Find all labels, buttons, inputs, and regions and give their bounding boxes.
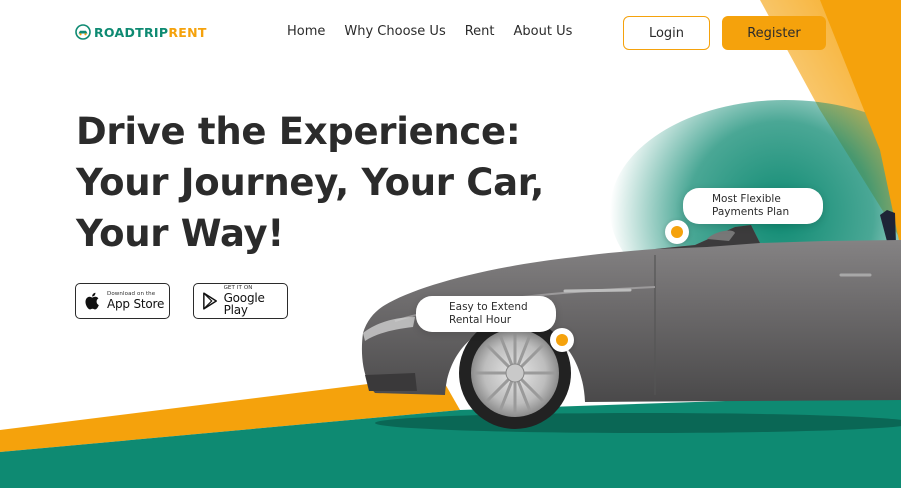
callout-extend-rental: Easy to Extend Rental Hour bbox=[416, 296, 556, 332]
google-play-button[interactable]: GET IT ON Google Play bbox=[193, 283, 288, 319]
google-play-big-text: Google Play bbox=[223, 291, 265, 318]
nav-link-rent[interactable]: Rent bbox=[465, 24, 495, 39]
brand-logo[interactable]: ROADTRIPRENT bbox=[75, 24, 207, 40]
login-button[interactable]: Login bbox=[623, 16, 710, 50]
app-store-big-text: App Store bbox=[107, 297, 165, 312]
callout-flexible-line-2: Payments Plan bbox=[712, 206, 790, 218]
google-play-text: GET IT ON Google Play bbox=[223, 285, 287, 318]
hotspot-flexible-payments[interactable] bbox=[665, 220, 689, 244]
register-button[interactable]: Register bbox=[722, 16, 826, 50]
apple-icon bbox=[85, 292, 99, 310]
app-store-text: Download on the App Store bbox=[107, 291, 165, 312]
logo-text: ROADTRIPRENT bbox=[94, 25, 207, 40]
app-store-button[interactable]: Download on the App Store bbox=[75, 283, 170, 319]
callout-extend-line-1: Easy to Extend bbox=[449, 301, 528, 313]
nav-links: Home Why Choose Us Rent About Us bbox=[287, 24, 572, 39]
car-logo-icon bbox=[75, 24, 91, 40]
callout-flexible-payments: Most Flexible Payments Plan bbox=[683, 188, 823, 224]
logo-text-part1: ROADTRIP bbox=[94, 24, 169, 40]
hotspot-extend-rental[interactable] bbox=[550, 328, 574, 352]
callout-flexible-line-1: Most Flexible bbox=[712, 193, 781, 205]
logo-text-part2: RENT bbox=[168, 24, 207, 40]
nav-link-home[interactable]: Home bbox=[287, 24, 325, 39]
play-store-icon bbox=[203, 292, 217, 310]
nav-link-about-us[interactable]: About Us bbox=[514, 24, 573, 39]
nav-link-why-choose-us[interactable]: Why Choose Us bbox=[344, 24, 445, 39]
callout-extend-line-2: Rental Hour bbox=[449, 314, 512, 326]
hero-title-line-2: Your Journey, Your Car, bbox=[76, 161, 545, 204]
top-navigation: ROADTRIPRENT Home Why Choose Us Rent Abo… bbox=[0, 0, 901, 66]
hero-title-line-1: Drive the Experience: bbox=[76, 110, 521, 153]
